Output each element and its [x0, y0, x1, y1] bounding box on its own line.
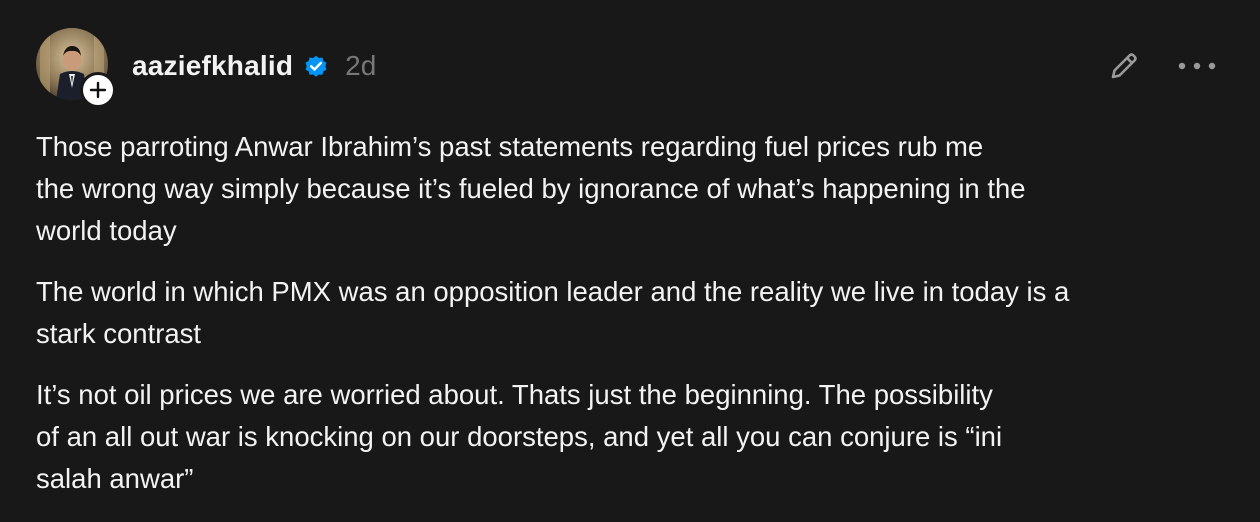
post-paragraph-3: It’s not oil prices we are worried about… [36, 379, 1003, 494]
post-timestamp: 2d [345, 50, 377, 81]
post-body: Those parroting Anwar Ibrahim’s past sta… [36, 126, 1206, 519]
follow-button[interactable] [80, 72, 116, 108]
avatar-container[interactable] [36, 28, 116, 108]
verified-badge-icon [303, 53, 329, 79]
post-header: aaziefkhalid 2d [132, 44, 376, 88]
post-paragraph-2: The world in which PMX was an opposition… [36, 276, 1070, 349]
pencil-icon [1111, 53, 1137, 79]
plus-icon [89, 81, 107, 99]
post-paragraph-1: Those parroting Anwar Ibrahim’s past sta… [36, 131, 1026, 246]
more-horizontal-icon [1178, 62, 1216, 70]
thread-post: aaziefkhalid 2d Those parroting Anwar Ib… [0, 0, 1260, 522]
more-options-button[interactable] [1174, 46, 1220, 86]
edit-button[interactable] [1104, 46, 1144, 86]
author-username[interactable]: aaziefkhalid [132, 50, 293, 82]
